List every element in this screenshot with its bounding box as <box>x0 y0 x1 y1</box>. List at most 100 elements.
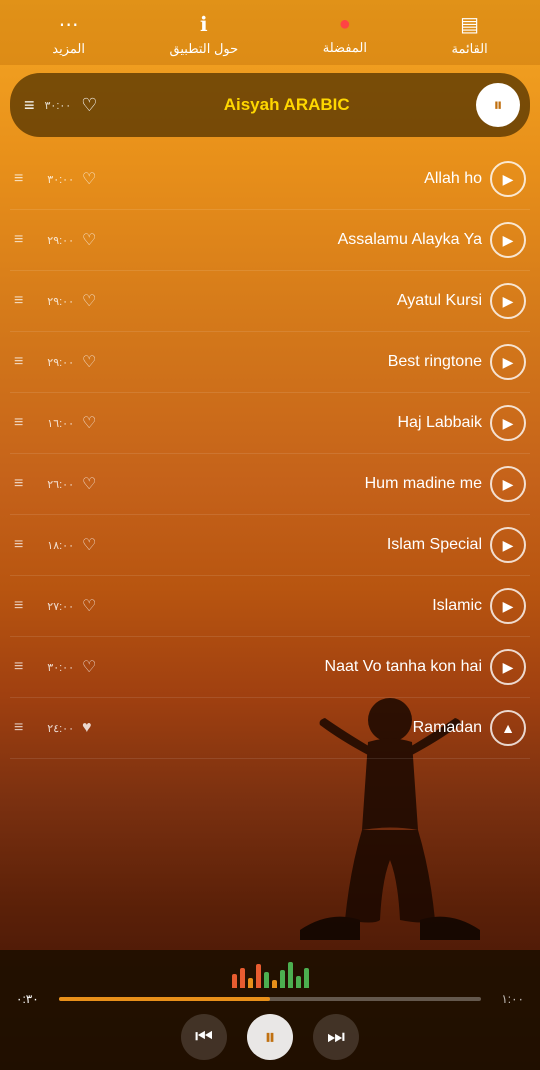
favorite-icon[interactable]: ♡ <box>82 596 96 616</box>
song-duration: ٢٤:٠٠ <box>44 722 74 735</box>
drag-handle-icon: ≡ <box>14 536 36 554</box>
eq-bar <box>304 968 309 988</box>
eq-bar <box>256 964 261 988</box>
play-button[interactable]: ▶ <box>490 466 526 502</box>
song-duration: ٢٩:٠٠ <box>44 234 74 247</box>
hamburger-icon: ≡ <box>24 95 35 116</box>
song-duration: ٢٦:٠٠ <box>44 478 74 491</box>
list-item: ≡ ٢٩:٠٠ ♡ Assalamu Alayka Ya ▶ <box>10 210 530 271</box>
play-icon: ▲ <box>501 720 515 736</box>
list-item: ≡ ١٨:٠٠ ♡ Islam Special ▶ <box>10 515 530 576</box>
play-icon: ▶ <box>503 476 514 493</box>
progress-fill <box>59 997 270 1001</box>
equalizer <box>16 956 524 988</box>
nav-item-playlist[interactable]: ▤ القائمة <box>451 12 487 57</box>
play-button[interactable]: ▶ <box>490 222 526 258</box>
favorite-icon[interactable]: ♡ <box>82 474 96 494</box>
eq-bar <box>296 976 301 988</box>
song-title: Best ringtone <box>104 353 482 371</box>
now-playing-duration: ٣٠:٠٠ <box>45 99 72 112</box>
prev-icon: ⏮ <box>195 1026 213 1049</box>
favorite-icon[interactable]: ♡ <box>82 169 96 189</box>
favorite-icon[interactable]: ♡ <box>82 352 96 372</box>
next-button[interactable]: ⏭ <box>313 1014 359 1060</box>
eq-bar <box>248 978 253 988</box>
progress-bar[interactable] <box>59 997 481 1001</box>
nav-label-more: المزيد <box>52 41 85 57</box>
eq-bar <box>272 980 277 988</box>
heart-filled-icon: ● <box>339 13 351 36</box>
song-duration: ٢٩:٠٠ <box>44 295 74 308</box>
song-title: Ramadan <box>100 719 483 737</box>
playlist-icon: ▤ <box>460 12 479 37</box>
play-button[interactable]: ▶ <box>490 283 526 319</box>
drag-handle-icon: ≡ <box>14 353 36 371</box>
favorite-icon[interactable]: ♡ <box>82 230 96 250</box>
bottom-player: ٠:٣٠ ١:٠٠ ⏮ ⏸ ⏭ <box>0 950 540 1070</box>
favorite-icon[interactable]: ♡ <box>82 535 96 555</box>
pause-button[interactable]: ⏸ <box>247 1014 293 1060</box>
progress-row: ٠:٣٠ ١:٠٠ <box>16 992 524 1006</box>
song-list: ≡ ٣٠:٠٠ ♡ Allah ho ▶ ≡ ٢٩:٠٠ ♡ Assalamu … <box>0 145 540 763</box>
song-duration: ٣٠:٠٠ <box>44 661 74 674</box>
song-title: Islam Special <box>104 536 482 554</box>
drag-handle-icon: ≡ <box>14 597 36 615</box>
song-duration: ١٨:٠٠ <box>44 539 74 552</box>
play-icon: ▶ <box>503 659 514 676</box>
play-icon: ▶ <box>503 171 514 188</box>
play-button[interactable]: ▶ <box>490 649 526 685</box>
now-playing-bar: ≡ ٣٠:٠٠ ♡ Aisyah ARABIC ⏸ <box>10 73 530 137</box>
song-title: Ayatul Kursi <box>104 292 482 310</box>
song-title: Assalamu Alayka Ya <box>104 231 482 249</box>
nav-item-favorites[interactable]: ● المفضلة <box>323 13 367 56</box>
play-button[interactable]: ▲ <box>490 710 526 746</box>
song-duration: ١٦:٠٠ <box>44 417 74 430</box>
list-item: ≡ ١٦:٠٠ ♡ Haj Labbaik ▶ <box>10 393 530 454</box>
now-playing-title: Aisyah ARABIC <box>107 95 466 115</box>
nav-label-playlist: القائمة <box>451 41 487 57</box>
song-title: Hum madine me <box>104 475 482 493</box>
favorite-icon[interactable]: ♡ <box>82 413 96 433</box>
drag-handle-icon: ≡ <box>14 719 36 737</box>
favorite-icon[interactable]: ♥ <box>82 719 92 737</box>
pause-icon: ⏸ <box>264 1024 275 1050</box>
navigation-bar: ⋯ المزيد ℹ حول التطبيق ● المفضلة ▤ القائ… <box>0 0 540 65</box>
eq-bar <box>288 962 293 988</box>
pause-icon-large: ⏸ <box>494 95 503 116</box>
song-duration: ٢٧:٠٠ <box>44 600 74 613</box>
play-button[interactable]: ▶ <box>490 344 526 380</box>
play-button[interactable]: ▶ <box>490 588 526 624</box>
nav-item-about[interactable]: ℹ حول التطبيق <box>170 12 239 57</box>
play-icon: ▶ <box>503 354 514 371</box>
drag-handle-icon: ≡ <box>14 292 36 310</box>
drag-handle-icon: ≡ <box>14 475 36 493</box>
play-button[interactable]: ▶ <box>490 161 526 197</box>
nav-item-more[interactable]: ⋯ المزيد <box>52 12 85 57</box>
play-button[interactable]: ▶ <box>490 405 526 441</box>
prev-button[interactable]: ⏮ <box>181 1014 227 1060</box>
drag-handle-icon: ≡ <box>14 414 36 432</box>
song-duration: ٣٠:٠٠ <box>44 173 74 186</box>
eq-bar <box>264 972 269 988</box>
song-title: Haj Labbaik <box>104 414 482 432</box>
favorite-icon[interactable]: ♡ <box>82 657 96 677</box>
heart-icon[interactable]: ♡ <box>81 95 97 116</box>
pause-button-large[interactable]: ⏸ <box>476 83 520 127</box>
eq-bar <box>232 974 237 988</box>
list-item: ≡ ٢٧:٠٠ ♡ Islamic ▶ <box>10 576 530 637</box>
list-item: ≡ ٢٦:٠٠ ♡ Hum madine me ▶ <box>10 454 530 515</box>
play-icon: ▶ <box>503 415 514 432</box>
info-icon: ℹ <box>200 12 208 37</box>
playback-controls: ⏮ ⏸ ⏭ <box>16 1014 524 1060</box>
play-icon: ▶ <box>503 293 514 310</box>
total-time: ١:٠٠ <box>489 992 524 1006</box>
next-icon: ⏭ <box>327 1026 345 1049</box>
song-title: Islamic <box>104 597 482 615</box>
nav-label-about: حول التطبيق <box>170 41 239 57</box>
play-button[interactable]: ▶ <box>490 527 526 563</box>
list-item: ≡ ٢٩:٠٠ ♡ Ayatul Kursi ▶ <box>10 271 530 332</box>
current-time: ٠:٣٠ <box>16 992 51 1006</box>
list-item: ≡ ٢٤:٠٠ ♥ Ramadan ▲ <box>10 698 530 759</box>
song-title: Allah ho <box>104 170 482 188</box>
favorite-icon[interactable]: ♡ <box>82 291 96 311</box>
